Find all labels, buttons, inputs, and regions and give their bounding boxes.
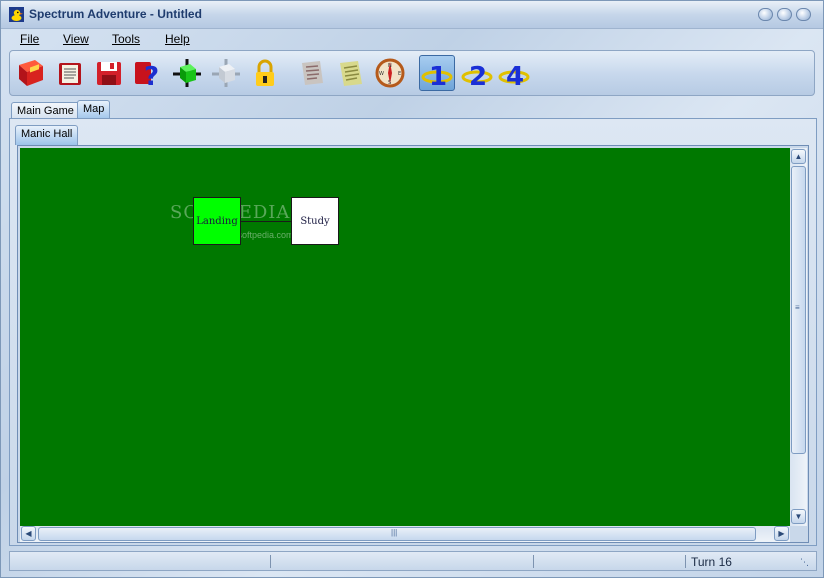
lock-button[interactable] (249, 57, 281, 89)
scroll-icon (302, 61, 323, 85)
grip-icon: ||| (391, 528, 398, 537)
open-book-button[interactable] (54, 57, 86, 89)
subtab-manic-hall[interactable]: Manic Hall (15, 125, 79, 145)
remove-room-icon (212, 59, 240, 87)
svg-text:S: S (388, 80, 391, 86)
scroll-down-button[interactable]: ▼ (791, 509, 806, 524)
svg-text:W: W (379, 71, 384, 77)
status-bar: Turn 16 ⋱ (9, 551, 817, 571)
duck-app-icon (9, 7, 24, 22)
room-landing-label: Landing (196, 215, 238, 227)
menu-view-label: View (63, 32, 89, 46)
add-room-icon (173, 59, 201, 87)
status-separator (270, 555, 271, 568)
notes-icon (340, 61, 362, 86)
level-2-icon: 2 (461, 62, 493, 92)
minimize-button[interactable] (758, 8, 773, 21)
menu-tools-label: Tools (112, 32, 141, 46)
compass-icon: N E S W (375, 58, 405, 88)
menu-file-label: File (20, 32, 40, 46)
svg-text:?: ? (144, 62, 159, 89)
scroll-left-button[interactable]: ◀ (21, 526, 36, 541)
horizontal-scrollbar[interactable]: ◀ ||| ▶ (20, 526, 790, 542)
scroll-button[interactable] (296, 57, 328, 89)
room-connector (241, 221, 291, 222)
level-2-button[interactable]: 2 (461, 57, 493, 92)
scroll-right-button[interactable]: ▶ (774, 526, 789, 541)
status-separator (533, 555, 534, 568)
save-disk-icon (97, 62, 121, 85)
save-button[interactable] (93, 57, 125, 89)
maximize-button[interactable] (777, 8, 792, 21)
level-1-icon: 1 (421, 62, 453, 92)
status-separator (685, 555, 686, 568)
tab-map[interactable]: Map (77, 100, 111, 120)
menu-bar: File View Tools Help (1, 29, 823, 49)
grip-icon: ≡ (795, 303, 800, 312)
compass-button[interactable]: N E S W (374, 57, 406, 89)
menu-help[interactable]: Help (165, 32, 190, 46)
new-book-icon (19, 60, 43, 86)
help-icon: ? (135, 62, 159, 92)
room-landing[interactable]: Landing (193, 197, 241, 245)
svg-text:4: 4 (506, 62, 524, 91)
svg-text:2: 2 (469, 62, 487, 91)
room-study[interactable]: Study (291, 197, 339, 245)
notes-button[interactable] (335, 57, 367, 89)
svg-text:N: N (388, 63, 392, 69)
scroll-up-button[interactable]: ▲ (791, 149, 806, 164)
turn-counter: Turn 16 (691, 555, 732, 569)
menu-tools[interactable]: Tools (112, 32, 140, 46)
level-4-button[interactable]: 4 (498, 57, 530, 92)
svg-text:1: 1 (429, 62, 447, 90)
open-book-icon (59, 63, 81, 85)
level-1-button[interactable]: 1 (419, 55, 455, 92)
vertical-scrollbar[interactable]: ▲ ≡ ▼ (790, 148, 807, 526)
vertical-scroll-thumb[interactable]: ≡ (791, 166, 806, 454)
menu-help-label: Help (165, 32, 190, 46)
window-title: Spectrum Adventure - Untitled (29, 7, 202, 21)
map-canvas[interactable]: SOFTPEDIA www.softpedia.com Landing Stud… (20, 148, 790, 526)
title-bar[interactable]: Spectrum Adventure - Untitled (1, 1, 823, 29)
remove-room-button[interactable] (210, 57, 242, 89)
help-button[interactable]: ? (132, 57, 164, 92)
menu-view[interactable]: View (63, 32, 89, 46)
lock-icon (256, 59, 274, 86)
menu-file[interactable]: File (20, 32, 39, 46)
app-window: Spectrum Adventure - Untitled File View … (0, 0, 824, 578)
room-study-label: Study (300, 215, 330, 227)
add-room-button[interactable] (171, 57, 203, 89)
horizontal-scroll-thumb[interactable]: ||| (38, 527, 756, 541)
new-book-button[interactable] (15, 57, 47, 89)
level-4-icon: 4 (498, 62, 530, 92)
toolbar: ? N E S W 1 2 4 (9, 50, 815, 96)
resize-grip-icon[interactable]: ⋱ (800, 557, 809, 568)
svg-text:E: E (398, 71, 401, 77)
close-button[interactable] (796, 8, 811, 21)
